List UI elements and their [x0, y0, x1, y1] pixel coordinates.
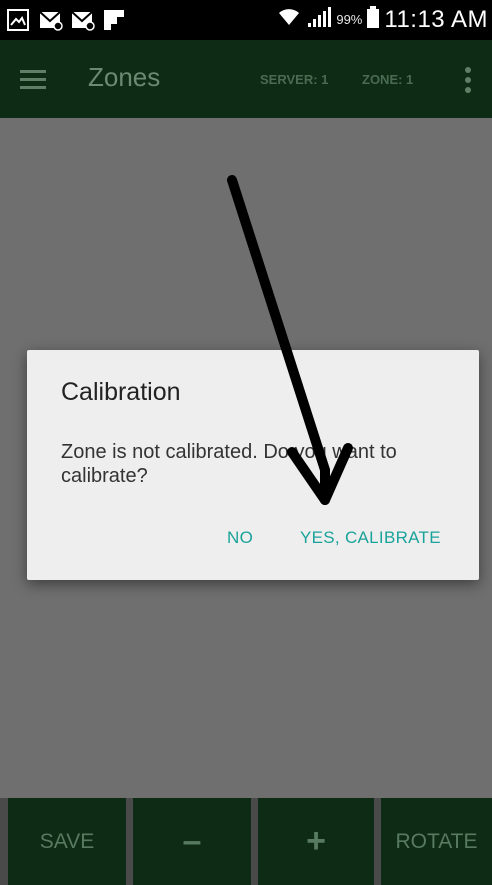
zoom-in-button[interactable]: + — [258, 798, 374, 885]
more-vert-icon[interactable] — [463, 66, 473, 94]
gallery-icon — [6, 8, 30, 32]
hamburger-menu-icon[interactable] — [20, 67, 46, 91]
yes-calibrate-button[interactable]: YES, CALIBRATE — [300, 528, 441, 548]
dialog-message: Zone is not calibrated. Do you want to c… — [61, 441, 397, 487]
server-selector[interactable]: SERVER: 1 — [260, 72, 328, 87]
dialog-title: Calibration — [61, 378, 181, 406]
email-icon — [70, 8, 95, 32]
flipboard-icon — [102, 8, 126, 32]
email-icon — [38, 8, 63, 32]
zone-selector[interactable]: ZONE: 1 — [362, 72, 413, 87]
status-bar: 99% 11:13 AM — [0, 0, 492, 40]
signal-icon — [306, 5, 332, 34]
system-indicators: 99% 11:13 AM — [276, 5, 488, 34]
wifi-icon — [276, 5, 302, 34]
clock: 11:13 AM — [384, 5, 488, 33]
calibration-dialog: Calibration Zone is not calibrated. Do y… — [27, 350, 479, 580]
save-button[interactable]: SAVE — [8, 798, 126, 885]
battery-icon — [366, 5, 380, 34]
page-title: Zones — [88, 62, 161, 92]
bottom-toolbar: SAVE – + ROTATE — [0, 798, 492, 885]
notification-icons — [6, 8, 126, 32]
no-button[interactable]: NO — [227, 528, 253, 548]
rotate-button[interactable]: ROTATE — [381, 798, 492, 885]
app-bar: Zones SERVER: 1 ZONE: 1 — [0, 40, 492, 118]
phone-screen: 99% 11:13 AM Zones SERVER: 1 ZONE: 1 Cal… — [0, 0, 492, 885]
zoom-out-button[interactable]: – — [133, 798, 251, 885]
battery-percent: 99% — [336, 12, 363, 27]
